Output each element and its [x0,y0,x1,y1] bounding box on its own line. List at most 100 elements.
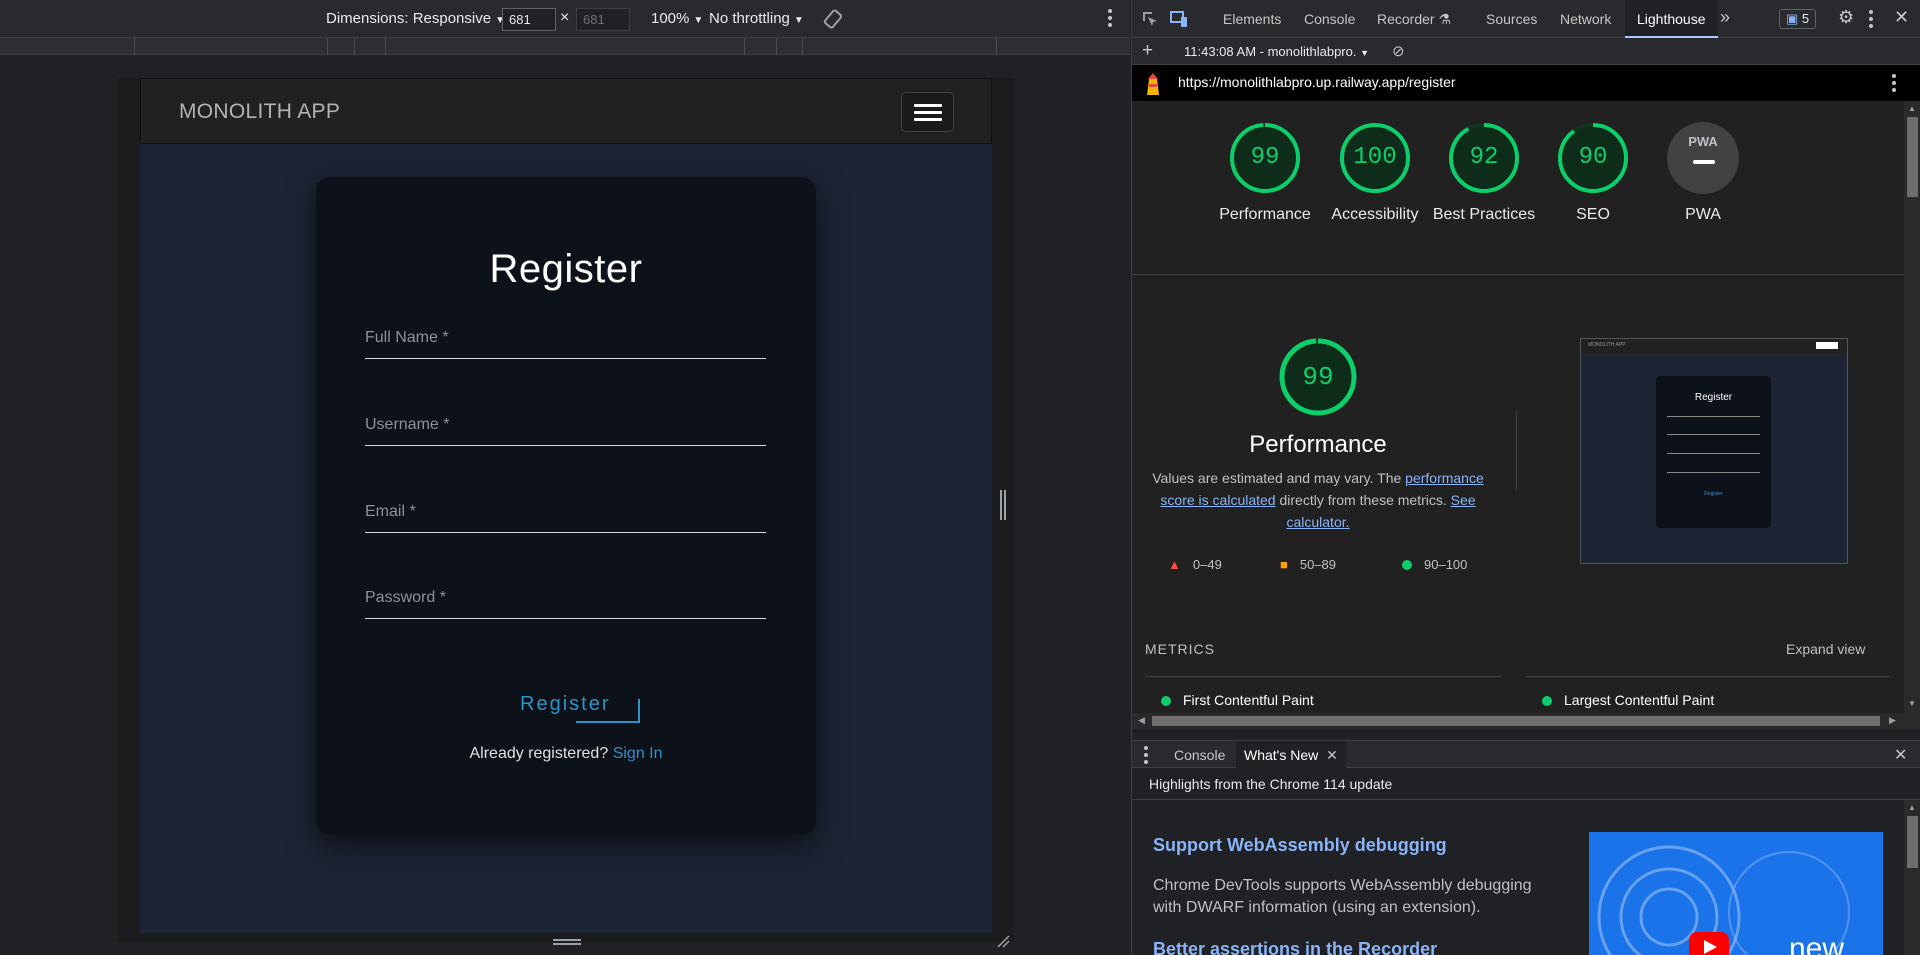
dimensions-dropdown[interactable]: Dimensions: Responsive ▼ [326,10,505,27]
message-icon: ▣ [1786,11,1799,26]
resize-handle-right[interactable] [1000,490,1006,520]
thumbnail-field [1667,472,1760,473]
password-field [365,583,766,619]
scroll-thumb[interactable] [1907,816,1918,868]
times-icon: × [560,9,570,26]
metric-lcp: Largest Contentful Paint [1542,692,1714,708]
pass-dot-icon [1161,696,1171,706]
scroll-right-icon[interactable]: ▶ [1889,715,1896,726]
customize-devtools-icon[interactable] [1869,10,1873,28]
drawer-tab-whats-new-label: What's New [1244,747,1319,763]
metric-fcp: First Contentful Paint [1161,692,1314,708]
email-field [365,497,766,533]
scroll-up-icon[interactable]: ▲ [1908,104,1916,113]
report-url[interactable]: https://monolithlabpro.up.railway.app/re… [1178,74,1456,90]
scroll-up-icon[interactable]: ▲ [1908,803,1916,812]
drawer-tab-console[interactable]: Console [1174,747,1225,763]
zoom-dropdown[interactable]: 100% ▼ [651,10,703,27]
performance-title: Performance [1249,431,1387,458]
lighthouse-toolbar: + 11:43:08 AM - monolithlabpro. ▼ ⊘ [1132,38,1920,65]
tab-elements[interactable]: Elements [1223,11,1281,27]
resize-corner-icon[interactable] [996,934,1010,948]
legend-pass-label: 90–100 [1424,557,1468,572]
rotate-icon[interactable] [822,8,844,30]
full-name-input[interactable] [365,323,766,353]
drawer-scrollbar[interactable]: ▲ [1904,800,1920,955]
thumbnail-card: Register Register [1656,376,1771,528]
feature-heading-2[interactable]: Better assertions in the Recorder [1153,939,1437,955]
close-devtools-icon[interactable]: ✕ [1894,7,1909,28]
scroll-thumb[interactable] [1152,716,1880,726]
device-toolbar: Dimensions: Responsive ▼ 681 × 681 100% ▼ … [0,0,1130,38]
report-scrollbar-horizontal[interactable]: ◀ ▶ [1132,713,1920,729]
sign-in-link[interactable]: Sign In [613,745,663,762]
zoom-label: 100% [651,10,690,27]
feature-heading-1[interactable]: Support WebAssembly debugging [1153,835,1447,856]
more-tabs-icon[interactable]: » [1720,7,1730,28]
performance-score: 99 [1302,362,1334,392]
close-drawer-icon[interactable]: ✕ [1894,745,1907,765]
device-toggle-icon[interactable] [1169,9,1189,29]
legend-pass: 90–100 [1402,557,1467,572]
expand-view-button[interactable]: Expand view [1786,641,1865,657]
drawer-tab-whats-new[interactable]: What's New ✕ [1236,741,1346,768]
drawer-menu-icon[interactable] [1144,746,1148,764]
close-tab-icon[interactable]: ✕ [1326,747,1338,763]
register-button[interactable]: Register [511,684,626,724]
scroll-left-icon[interactable]: ◀ [1138,715,1145,726]
username-field [365,410,766,446]
new-report-icon[interactable]: + [1142,40,1153,62]
scroll-down-icon[interactable]: ▼ [1908,699,1916,708]
throttling-dropdown[interactable]: No throttling ▼ [709,10,804,27]
throttling-label: No throttling [709,10,790,27]
clear-reports-icon[interactable]: ⊘ [1392,42,1405,60]
desc-text-1: Values are estimated and may vary. The [1152,470,1406,486]
height-input[interactable]: 681 [576,8,630,31]
hamburger-menu-button[interactable] [901,92,954,132]
score-label: PWA [1685,206,1721,223]
video-thumbnail[interactable]: new [1589,832,1883,955]
divider [1516,411,1517,491]
app-brand[interactable]: MONOLITH APP [179,100,340,124]
divider [1526,676,1889,677]
scroll-thumb[interactable] [1907,117,1918,197]
drawer-tabbar: Console What's New ✕ ✕ [1132,740,1920,768]
page-screenshot-thumbnail[interactable]: MONOLITH APP Register Register [1580,338,1848,564]
settings-gear-icon[interactable]: ⚙ [1838,7,1854,28]
tab-sources[interactable]: Sources [1486,11,1537,27]
legend-fail-label: 0–49 [1192,557,1222,572]
square-icon: ■ [1280,557,1288,572]
username-input[interactable] [365,410,766,440]
full-name-field [365,323,766,359]
report-menu-icon[interactable] [1892,74,1896,92]
app-navbar: MONOLITH APP [140,78,992,144]
flask-icon: ⚗ [1438,11,1452,27]
resize-handle-bottom[interactable] [553,939,581,945]
metrics-heading: METRICS [1145,641,1215,657]
video-caption: new [1789,932,1845,955]
tab-lighthouse[interactable]: Lighthouse [1625,0,1718,38]
highlights-header: Highlights from the Chrome 114 update [1132,768,1920,800]
thumbnail-button: Register [1704,491,1723,497]
score-value: 90 [1578,144,1608,171]
more-options-icon[interactable] [1108,9,1112,27]
tab-recorder[interactable]: Recorder ⚗ [1377,11,1451,28]
media-query-bar[interactable] [0,38,1130,55]
thumbnail-field [1667,453,1760,454]
report-scrollbar-vertical[interactable]: ▲ ▼ [1904,101,1920,713]
password-input[interactable] [365,583,766,613]
already-label: Already registered? [469,745,609,762]
tab-network[interactable]: Network [1560,11,1611,27]
tab-console[interactable]: Console [1304,11,1355,27]
feature-body-1: Chrome DevTools supports WebAssembly deb… [1153,877,1532,916]
register-card: Register Register Already registered? Si… [316,177,816,835]
report-selector[interactable]: 11:43:08 AM - monolithlabpro. ▼ [1184,44,1369,59]
inspect-element-icon[interactable] [1140,9,1160,29]
score-value: 100 [1353,144,1397,171]
width-input[interactable]: 681 [502,8,556,31]
score-gauge-pwa[interactable]: PWA PWA [1633,122,1773,226]
divider [1132,274,1904,275]
issues-badge[interactable]: ▣ 5 [1779,9,1817,29]
page-viewport: MONOLITH APP Register Register Already r… [140,78,992,933]
email-input[interactable] [365,497,766,527]
